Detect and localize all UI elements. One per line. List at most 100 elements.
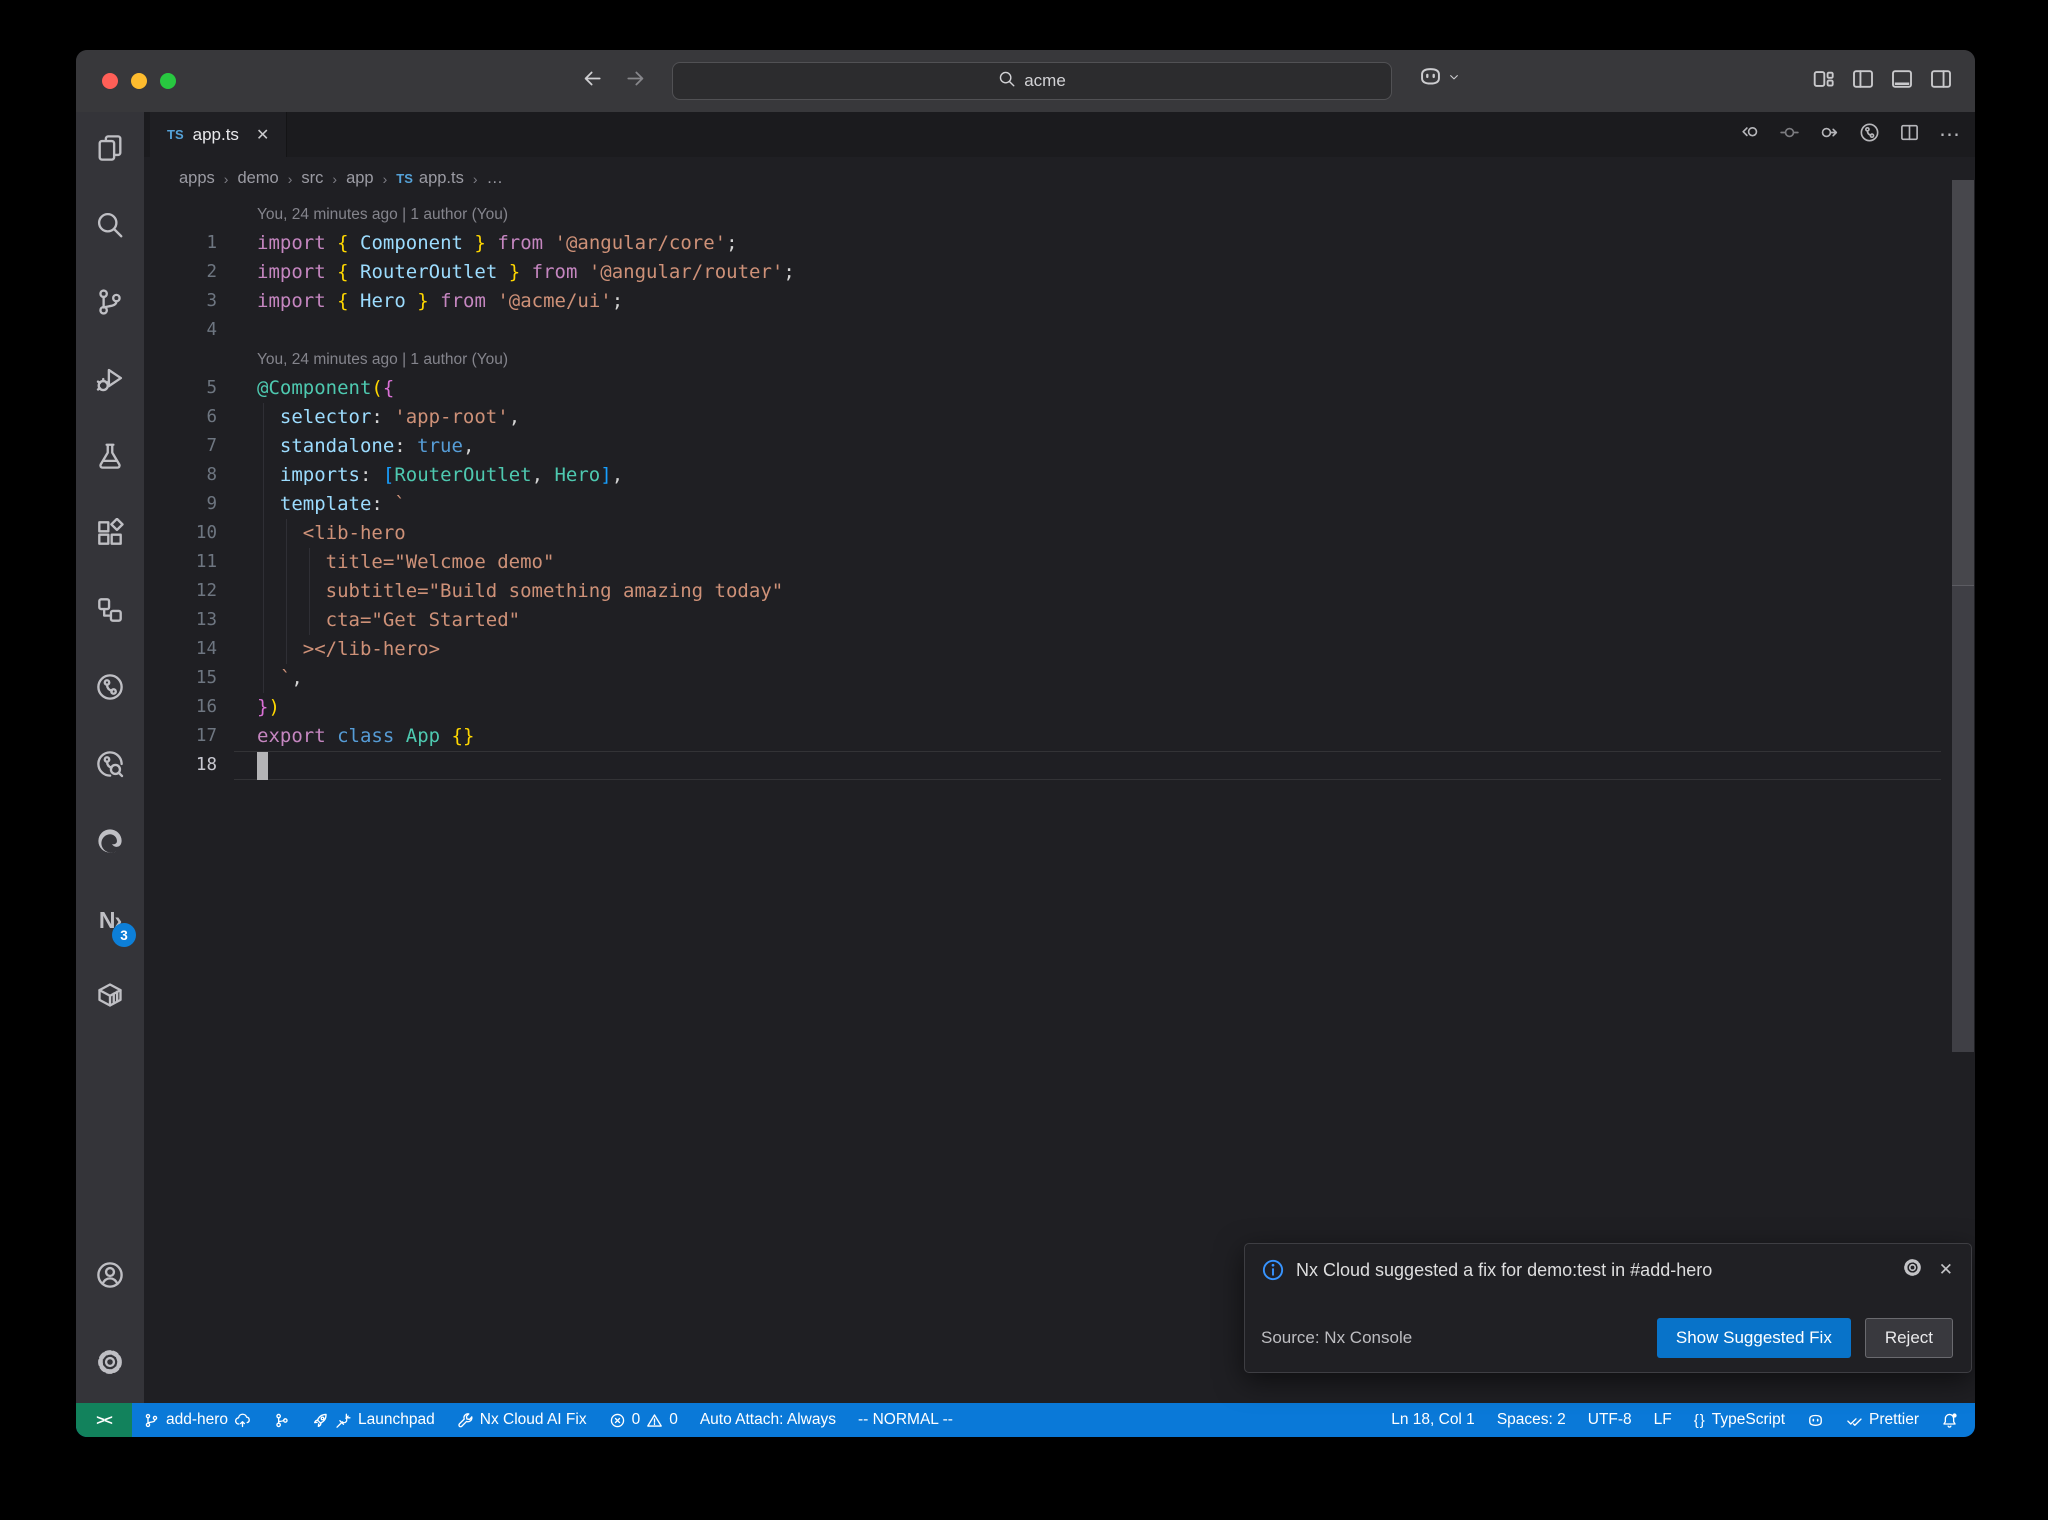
status-item-git-branch-sync[interactable]: add-hero [132,1403,262,1437]
status-item-auto-attach[interactable]: Auto Attach: Always [689,1403,847,1437]
code-line: 3 import { Hero } from '@acme/ui'; [144,287,1975,316]
copilot-menu-button[interactable] [1418,64,1461,94]
next-change-button[interactable] [1819,122,1840,148]
breadcrumb-separator-icon: › [472,170,478,187]
activity-item-nx-console[interactable]: N› 3 [76,882,144,959]
activity-item-edge-tools[interactable] [76,805,144,882]
status-text: Ln 18, Col 1 [1391,1411,1475,1428]
line-number: 14 [195,639,217,659]
gitlens-graph-button[interactable] [1859,122,1880,148]
activity-item-search[interactable] [76,189,144,266]
zoom-window-button[interactable] [160,73,176,89]
activity-item-source-control[interactable] [76,266,144,343]
file-revision-button[interactable] [1779,122,1800,148]
status-item-language-mode[interactable]: {} TypeScript [1683,1403,1796,1437]
arrow-left-icon [581,67,604,95]
line-number: 7 [206,436,217,456]
code-line: 4 [144,316,1975,345]
tab-app-ts[interactable]: TS app.ts ✕ [150,112,288,157]
activity-item-testing[interactable] [76,420,144,497]
activity-item-settings[interactable] [76,1326,144,1403]
indent-guide [309,548,310,635]
text-cursor [257,752,268,780]
code-line: 13 cta="Get Started" [144,606,1975,635]
breadcrumb-item[interactable]: app [346,169,374,188]
code-line: 7 standalone: true, [144,432,1975,461]
line-number: 4 [206,320,217,340]
activity-bar: N› 3 [76,112,144,1403]
activity-item-explorer[interactable] [76,112,144,189]
git-branch-icon [143,1412,160,1429]
cloud-upload-icon [234,1412,251,1429]
status-item-commit-graph[interactable] [262,1403,301,1437]
breadcrumb-item[interactable]: demo [237,169,278,188]
code-area[interactable]: You, 24 minutes ago | 1 author (You) 1 imp… [144,200,1975,780]
status-bar: >< add-hero Launchpad Nx Cloud AI Fix 0 0 Auto… [76,1403,1975,1437]
status-item-formatter[interactable]: Prettier [1835,1403,1930,1437]
more-actions-button[interactable]: ⋯ [1939,122,1961,147]
notification-settings-icon[interactable] [1902,1257,1923,1283]
status-text: Spaces: 2 [1496,1411,1566,1428]
status-item-cursor-position[interactable]: Ln 18, Col 1 [1380,1403,1486,1437]
layout-panel-icon [1890,67,1914,96]
toggle-secondary-sidebar-button[interactable] [1929,67,1953,96]
status-text: TypeScript [1711,1411,1786,1428]
status-item-remote-indicator[interactable]: >< [76,1403,132,1437]
status-item-problems[interactable]: 00 [598,1403,689,1437]
activity-item-gitlens-inspect[interactable] [76,728,144,805]
activity-item-gitlens[interactable] [76,651,144,728]
current-line-highlight [234,751,1941,780]
tab-bar: TS app.ts ✕ ⋯ [144,112,1975,157]
activity-item-run-debug[interactable] [76,343,144,420]
line-number: 18 [195,755,217,775]
show-suggested-fix-button[interactable]: Show Suggested Fix [1656,1318,1851,1358]
breadcrumb-item[interactable]: src [301,169,323,188]
activity-item-project-structure[interactable] [76,574,144,651]
account-icon [95,1260,125,1295]
breadcrumb-separator-icon: › [287,170,293,187]
status-item-notifications-bell[interactable] [1930,1403,1969,1437]
code-text: import { Hero } from '@acme/ui'; [257,290,624,312]
status-text: >< [96,1411,113,1429]
close-tab-icon[interactable]: ✕ [256,125,269,145]
minimize-window-button[interactable] [131,73,147,89]
hist-right-icon [1819,127,1840,147]
git-blame-annotation: You, 24 minutes ago | 1 author (You) [257,351,509,368]
toggle-primary-sidebar-button[interactable] [1851,67,1875,96]
status-item-encoding[interactable]: UTF-8 [1577,1403,1643,1437]
nav-back-button[interactable] [581,67,604,95]
activity-item-containers[interactable] [76,959,144,1036]
toggle-panel-button[interactable] [1890,67,1914,96]
status-item-launchpad[interactable]: Launchpad [301,1403,446,1437]
status-item-vim-mode[interactable]: -- NORMAL -- [847,1403,964,1437]
editor-group: TS app.ts ✕ ⋯ apps › demo › src › app › TS app.ts… [144,112,1975,1403]
customize-layout-button[interactable] [1812,67,1836,96]
editor-actions: ⋯ [1739,112,1961,157]
gitlens-icon [1859,123,1880,147]
activity-item-accounts[interactable] [76,1249,144,1326]
status-item-nx-cloud-ai-fix[interactable]: Nx Cloud AI Fix [446,1403,598,1437]
status-item-copilot-status[interactable] [1796,1403,1835,1437]
line-number: 15 [195,668,217,688]
activity-item-extensions[interactable] [76,497,144,574]
breadcrumb-file[interactable]: TS app.ts [396,169,464,188]
code-text: @Component({ [257,377,395,399]
search-value: acme [1024,71,1066,90]
status-item-eol[interactable]: LF [1643,1403,1683,1437]
split-editor-button[interactable] [1899,122,1920,148]
editor-scrollbar[interactable] [1952,180,1974,1052]
code-text: <lib-hero [257,522,406,544]
command-center-search[interactable]: acme [672,62,1392,100]
history-navigation [581,50,647,112]
reject-button[interactable]: Reject [1864,1318,1953,1358]
breadcrumb-symbol-tail[interactable]: … [487,169,504,188]
nav-forward-button[interactable] [624,67,647,95]
git-branch-big-icon [95,287,125,322]
error-circle-icon [609,1412,626,1429]
breadcrumb-item[interactable]: apps [179,169,215,188]
notification-close-icon[interactable]: ✕ [1939,1260,1953,1280]
gitlens-search-icon [95,749,125,784]
status-item-indentation[interactable]: Spaces: 2 [1486,1403,1577,1437]
previous-change-button[interactable] [1739,122,1760,148]
close-window-button[interactable] [102,73,118,89]
